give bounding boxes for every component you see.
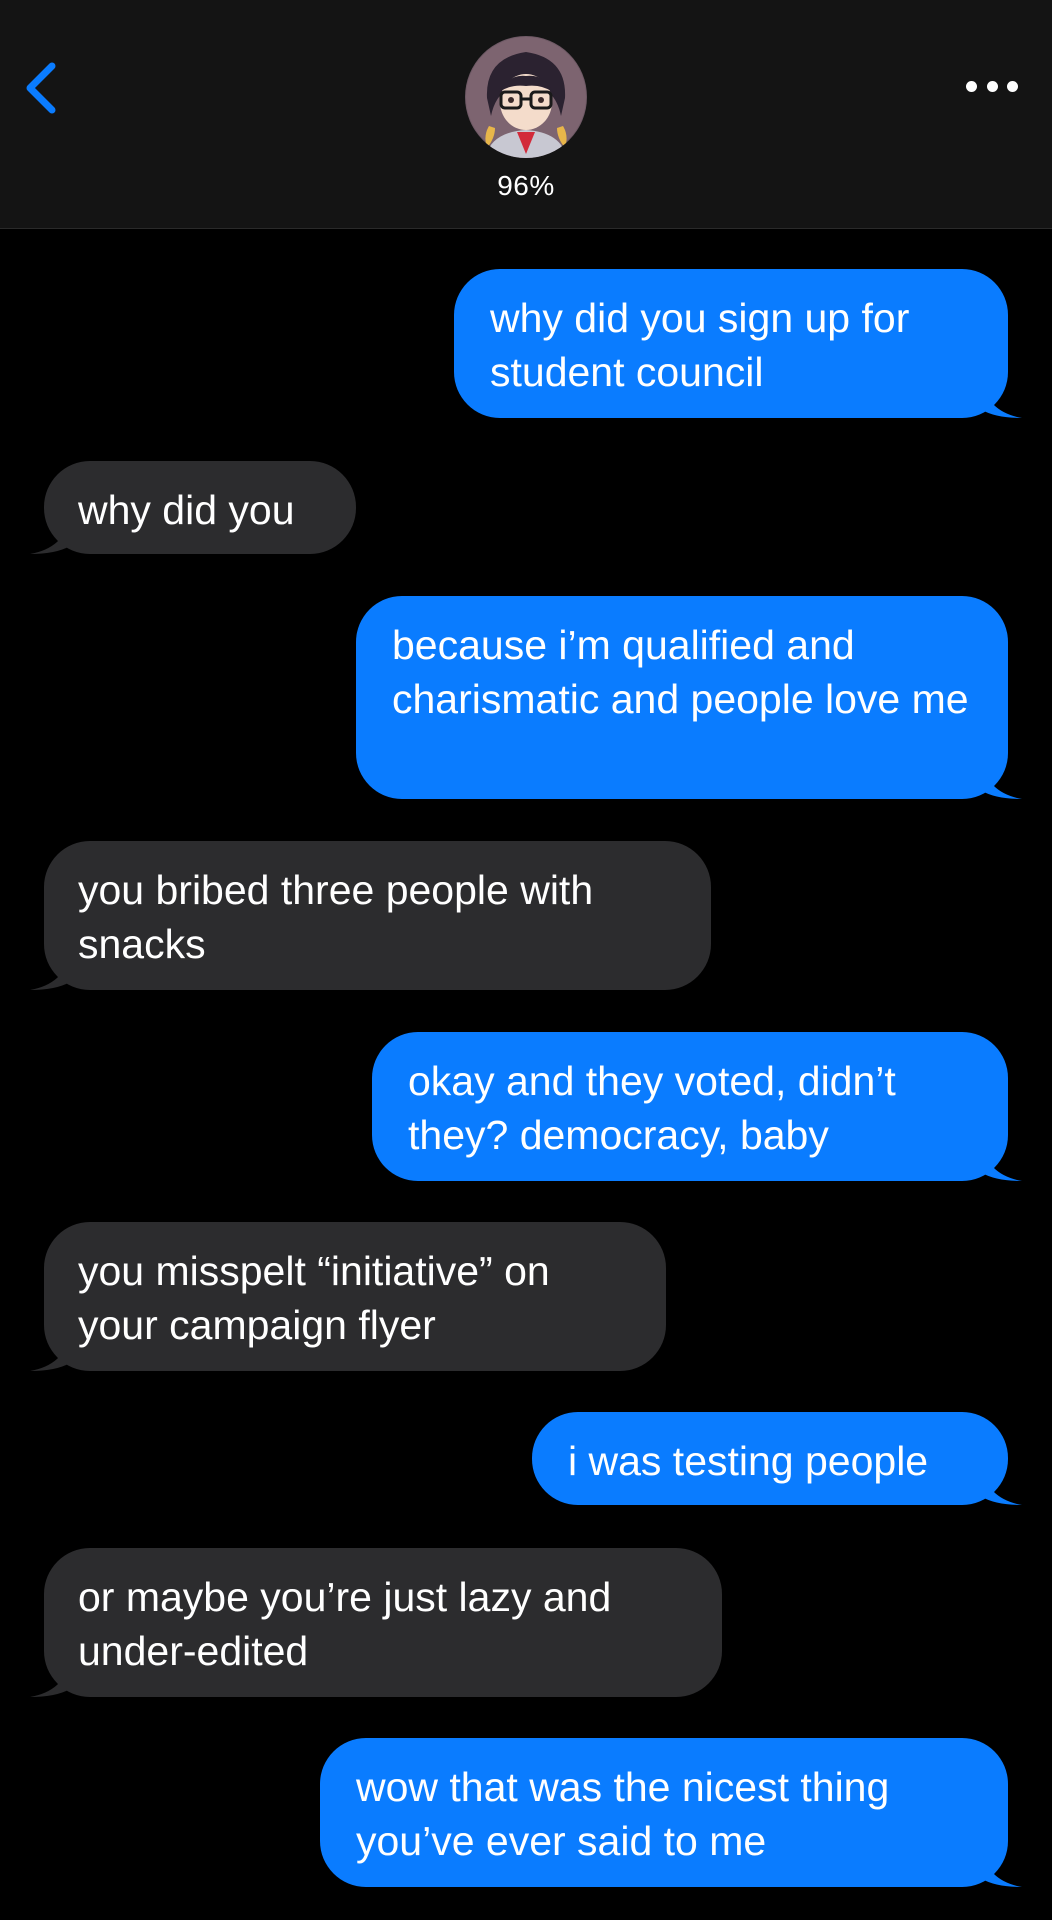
sent-message-bubble[interactable]: because i’m qualified and charismatic an… <box>356 596 1022 799</box>
ellipsis-icon-dot <box>986 80 998 92</box>
contact-avatar[interactable] <box>465 36 587 158</box>
more-options-button[interactable] <box>966 78 1018 94</box>
message-text: you misspelt “initiative” on your campai… <box>78 1248 550 1348</box>
bubble-tail <box>30 1661 70 1697</box>
message-text: why did you sign up for student council <box>490 295 910 395</box>
received-message-bubble[interactable]: you bribed three people with snacks <box>30 841 711 990</box>
sent-message-bubble[interactable]: why did you sign up for student council <box>454 269 1022 418</box>
bubble-tail <box>982 382 1022 418</box>
received-message-bubble[interactable]: you misspelt “initiative” on your campai… <box>30 1222 666 1371</box>
avatar-illustration <box>465 36 587 158</box>
received-message-bubble[interactable]: why did you <box>30 461 356 554</box>
bubble-tail <box>982 1469 1022 1505</box>
bubble-tail <box>982 763 1022 799</box>
bubble-tail <box>982 1851 1022 1887</box>
message-text: okay and they voted, didn’t they? democr… <box>408 1058 896 1158</box>
message-text: wow that was the nicest thing you’ve eve… <box>356 1764 890 1864</box>
bubble-tail <box>30 518 70 554</box>
received-message-bubble[interactable]: or maybe you’re just lazy and under-edit… <box>30 1548 722 1697</box>
bubble-tail <box>30 954 70 990</box>
sent-message-bubble[interactable]: wow that was the nicest thing you’ve eve… <box>320 1738 1022 1887</box>
message-text: you bribed three people with snacks <box>78 867 594 967</box>
sent-message-bubble[interactable]: i was testing people <box>532 1412 1022 1505</box>
message-text: why did you <box>78 487 295 533</box>
message-text: or maybe you’re just lazy and under-edit… <box>78 1574 612 1674</box>
sent-message-bubble[interactable]: okay and they voted, didn’t they? democr… <box>372 1032 1022 1181</box>
message-text: i was testing people <box>568 1438 929 1484</box>
ellipsis-icon-dot <box>1007 80 1018 92</box>
contact-name[interactable]: 96% <box>0 170 1052 202</box>
conversation-header: 96% <box>0 0 1052 229</box>
bubble-tail <box>982 1145 1022 1181</box>
ellipsis-icon-dot <box>966 80 977 92</box>
back-button[interactable] <box>18 58 68 118</box>
chevron-left-icon <box>26 62 56 114</box>
bubble-tail <box>30 1335 70 1371</box>
message-text: because i’m qualified and charismatic an… <box>392 622 969 722</box>
